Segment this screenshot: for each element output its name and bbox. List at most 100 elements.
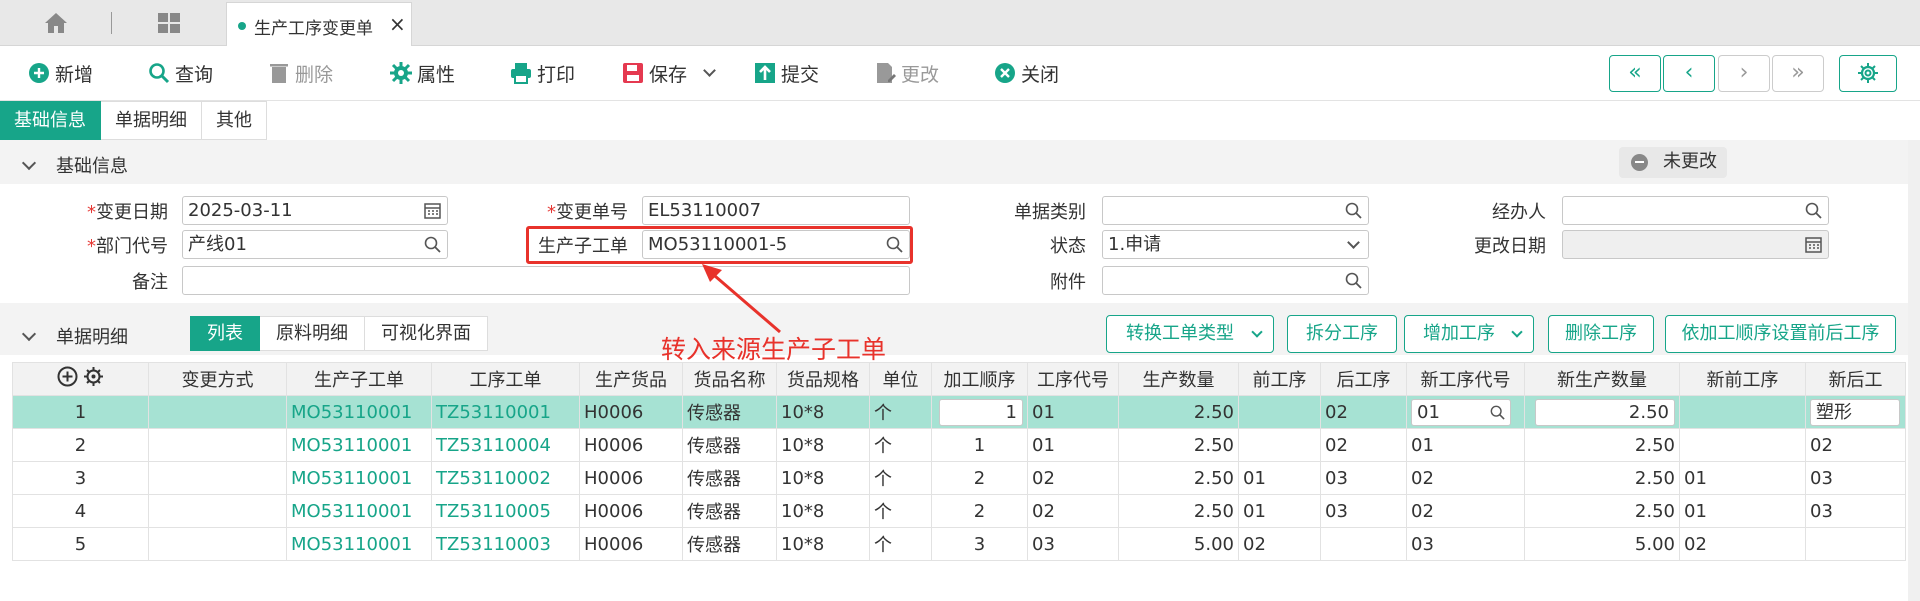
convert-type-button[interactable]: 转换工单类型	[1106, 315, 1274, 353]
tab-other[interactable]: 其他	[202, 101, 267, 140]
tab-materials[interactable]: 原料明细	[260, 316, 365, 351]
cell-op-order-link[interactable]: TZ53110004	[431, 428, 580, 462]
col-header[interactable]: 工序工单	[431, 362, 580, 396]
tab-basic-info[interactable]: 基础信息	[0, 101, 101, 140]
change-no-field[interactable]: EL53110007	[642, 196, 910, 225]
cell-new-op[interactable]: 01	[1406, 428, 1525, 462]
seq-input[interactable]: 1	[939, 398, 1023, 426]
col-header[interactable]: 单位	[869, 362, 932, 396]
table-row[interactable]: 4 MO53110001 TZ53110005 H0006 传感器 10*8 个…	[12, 494, 1906, 528]
cell-mode[interactable]	[148, 428, 287, 462]
vertical-scrollbar[interactable]	[1908, 140, 1920, 601]
table-row[interactable]: 2 MO53110001 TZ53110004 H0006 传感器 10*8 个…	[12, 428, 1906, 462]
col-header[interactable]: 变更方式	[148, 362, 287, 396]
cell-new-next[interactable]: 03	[1805, 461, 1906, 495]
next-record-button[interactable]: ›	[1718, 55, 1770, 92]
chevron-down-icon[interactable]	[703, 63, 716, 77]
col-header[interactable]: 生产数量	[1118, 362, 1239, 396]
delete-button[interactable]: 删除	[268, 59, 333, 87]
cell-mode[interactable]	[148, 461, 287, 495]
cell-op-order-link[interactable]: TZ53110001	[431, 395, 580, 429]
col-header[interactable]: 工序代号	[1027, 362, 1119, 396]
search-icon[interactable]	[1490, 405, 1505, 420]
cell-new-qty[interactable]: 5.00	[1524, 527, 1680, 561]
col-header[interactable]: 新后工	[1805, 362, 1906, 396]
table-row[interactable]: 3 MO53110001 TZ53110002 H0006 传感器 10*8 个…	[12, 461, 1906, 495]
tab-details[interactable]: 单据明细	[101, 101, 202, 140]
save-button[interactable]: 保存	[622, 59, 716, 87]
col-header[interactable]: 新生产数量	[1524, 362, 1680, 396]
cell-mode[interactable]	[148, 395, 287, 429]
prev-record-button[interactable]: ‹	[1663, 55, 1715, 92]
search-icon[interactable]	[1345, 272, 1362, 289]
query-button[interactable]: 查询	[148, 59, 213, 87]
cell-op-order-link[interactable]: TZ53110005	[431, 494, 580, 528]
gear-icon[interactable]	[83, 366, 104, 387]
cell-seq[interactable]: 1	[931, 428, 1028, 462]
handler-field[interactable]	[1562, 196, 1829, 225]
cell-mode[interactable]	[148, 494, 287, 528]
cell-new-prev[interactable]	[1679, 428, 1806, 462]
cell-sub-order-link[interactable]: MO53110001	[286, 461, 432, 495]
cell-op-order-link[interactable]: TZ53110003	[431, 527, 580, 561]
cell-new-op[interactable]: 03	[1406, 527, 1525, 561]
col-header[interactable]: 后工序	[1320, 362, 1407, 396]
delete-op-button[interactable]: 删除工序	[1548, 315, 1654, 353]
remark-field[interactable]	[182, 266, 910, 295]
col-header[interactable]: 生产子工单	[286, 362, 432, 396]
new-op-input[interactable]: 01	[1411, 398, 1511, 426]
basic-section-toggle[interactable]: 基础信息	[21, 152, 128, 178]
add-circle-icon[interactable]	[57, 366, 78, 387]
cell-sub-order-link[interactable]: MO53110001	[286, 494, 432, 528]
col-header[interactable]: 新前工序	[1679, 362, 1806, 396]
new-qty-input[interactable]: 2.50	[1535, 398, 1675, 426]
change-date-field[interactable]: 2025-03-11	[182, 196, 448, 225]
cell-new-op[interactable]: 02	[1406, 461, 1525, 495]
attachment-field[interactable]	[1102, 266, 1369, 295]
cell-new-op[interactable]: 01	[1406, 395, 1525, 429]
cell-new-qty[interactable]: 2.50	[1524, 428, 1680, 462]
cell-op-order-link[interactable]: TZ53110002	[431, 461, 580, 495]
col-header[interactable]: 新工序代号	[1406, 362, 1525, 396]
cell-seq[interactable]: 2	[931, 461, 1028, 495]
col-header[interactable]: 生产货品	[579, 362, 683, 396]
cell-new-prev[interactable]	[1679, 395, 1806, 429]
cell-new-next[interactable]: 02	[1805, 428, 1906, 462]
close-tab-icon[interactable]: ×	[389, 12, 406, 36]
cell-new-prev[interactable]: 02	[1679, 527, 1806, 561]
search-icon[interactable]	[1805, 202, 1822, 219]
dept-field[interactable]: 产线01	[182, 230, 448, 259]
cell-new-next[interactable]	[1805, 527, 1906, 561]
col-header[interactable]: 货品规格	[776, 362, 870, 396]
table-row[interactable]: 5 MO53110001 TZ53110003 H0006 传感器 10*8 个…	[12, 527, 1906, 561]
col-header[interactable]: 前工序	[1238, 362, 1321, 396]
search-icon[interactable]	[424, 236, 441, 253]
new-next-input[interactable]: 塑形	[1810, 398, 1900, 426]
cell-new-prev[interactable]: 01	[1679, 494, 1806, 528]
doc-type-field[interactable]	[1102, 196, 1369, 225]
props-button[interactable]: 属性	[390, 59, 455, 87]
submit-button[interactable]: 提交	[754, 59, 819, 87]
tab-change-order[interactable]: 生产工序变更单 ×	[226, 2, 412, 46]
cell-seq[interactable]: 1	[931, 395, 1028, 429]
calendar-icon[interactable]	[424, 202, 441, 219]
last-record-button[interactable]: »	[1772, 55, 1824, 92]
add-op-button[interactable]: 增加工序	[1404, 315, 1534, 353]
cell-sub-order-link[interactable]: MO53110001	[286, 395, 432, 429]
cell-seq[interactable]: 2	[931, 494, 1028, 528]
cell-sub-order-link[interactable]: MO53110001	[286, 527, 432, 561]
cell-new-prev[interactable]: 01	[1679, 461, 1806, 495]
cell-mode[interactable]	[148, 527, 287, 561]
set-prev-next-button[interactable]: 依加工顺序设置前后工序	[1665, 315, 1896, 353]
split-op-button[interactable]: 拆分工序	[1287, 315, 1397, 353]
first-record-button[interactable]: «	[1609, 55, 1661, 92]
settings-button[interactable]	[1839, 55, 1897, 92]
home-icon[interactable]	[44, 12, 68, 34]
col-header[interactable]: 货品名称	[682, 362, 777, 396]
col-header[interactable]: 加工顺序	[931, 362, 1028, 396]
cell-new-next[interactable]: 03	[1805, 494, 1906, 528]
detail-section-toggle[interactable]: 单据明细	[21, 323, 128, 349]
cell-new-op[interactable]: 02	[1406, 494, 1525, 528]
cell-new-qty[interactable]: 2.50	[1524, 461, 1680, 495]
tab-list[interactable]: 列表	[190, 316, 260, 351]
